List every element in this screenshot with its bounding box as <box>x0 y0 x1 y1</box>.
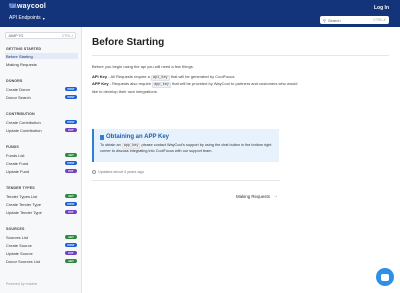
jump-to-shortcut: CTRL-/ <box>61 33 73 38</box>
method-badge: GET <box>65 194 77 198</box>
sidebar-item-label: Create Fund <box>6 160 29 166</box>
method-badge: PUT <box>65 169 77 173</box>
api-key-text-end: that will be generated by CoolFocus. <box>169 74 236 79</box>
api-key-text: - All Requests require a <box>107 74 151 79</box>
sidebar-item-label: Create Donor <box>6 86 31 92</box>
search-icon: ⚲ <box>323 17 326 23</box>
chat-bubble-icon <box>381 273 389 281</box>
callout-body: To obtain an app_key please contact WayC… <box>100 143 276 154</box>
sidebar-item-create-contribution[interactable]: Create Contribution POST <box>5 119 78 125</box>
section-label-donors: DONORS <box>6 79 23 83</box>
version-dropdown[interactable]: API Endpoints ▾ <box>9 15 45 21</box>
sidebar-item-label: Donor Search <box>6 94 31 100</box>
chevron-down-icon: ▾ <box>42 15 45 21</box>
jump-to-input[interactable]: JUMP TO CTRL-/ <box>5 32 76 39</box>
sidebar-item-label: Create Contribution <box>6 119 41 125</box>
sidebar-item-label: Update Fund <box>6 168 30 174</box>
sidebar-item-donor-search[interactable]: Donor Search POST <box>5 94 78 100</box>
powered-by-readme[interactable]: Powered by readme <box>6 282 37 286</box>
sidebar-item-create-source[interactable]: Create Source POST <box>5 242 78 248</box>
sidebar-item-label: Funds List <box>6 152 25 158</box>
sidebar-item-create-tender-type[interactable]: Create Tender Type POST <box>5 201 78 207</box>
method-badge: GET <box>65 259 77 263</box>
sidebar-item-before-starting[interactable]: Before Starting <box>5 53 78 59</box>
callout-title: Obtaining an APP Key <box>100 134 169 140</box>
updated-timestamp: Updated about 4 years ago <box>92 170 144 174</box>
method-badge: PUT <box>65 251 77 255</box>
sidebar-item-update-source[interactable]: Update Source PUT <box>5 250 78 256</box>
top-navbar: \\\\\\ waycool API Endpoints ▾ Log In ⚲ … <box>0 0 400 27</box>
method-badge: GET <box>65 235 77 239</box>
sidebar-item-label: Update Tender Type <box>6 209 42 215</box>
arrow-right-icon: → <box>272 193 278 199</box>
search-shortcut: CTRL-K <box>373 18 386 22</box>
api-key-code: api_key <box>150 75 170 81</box>
key-requirements: API Key - All Requests require a api_key… <box>92 74 300 94</box>
pager-divider <box>92 180 280 181</box>
updated-text: Updated about 4 years ago <box>98 170 144 174</box>
next-page-link[interactable]: Making Requests → <box>236 193 278 199</box>
sidebar: JUMP TO CTRL-/ GETTING STARTED Before St… <box>0 27 82 293</box>
page-title: Before Starting <box>92 37 165 48</box>
sidebar-item-donor-sources-list[interactable]: Donor Sources List GET <box>5 258 78 264</box>
sidebar-item-label: Update Source <box>6 250 33 256</box>
sidebar-item-create-fund[interactable]: Create Fund POST <box>5 160 78 166</box>
method-badge: POST <box>65 243 77 247</box>
chat-button[interactable] <box>376 268 394 286</box>
sidebar-item-tender-types-list[interactable]: Tender Types List GET <box>5 193 78 199</box>
info-callout: Obtaining an APP Key To obtain an app_ke… <box>92 129 279 162</box>
title-divider <box>92 55 389 56</box>
section-label-contribution: CONTRIBUTION <box>6 112 35 116</box>
sidebar-item-label: Sources List <box>6 234 29 240</box>
method-badge: POST <box>65 161 77 165</box>
method-badge: PUT <box>65 210 77 214</box>
sidebar-item-label: Donor Sources List <box>6 258 41 264</box>
method-badge: POST <box>65 202 77 206</box>
intro-paragraph: Before you begin using the api you will … <box>92 64 194 69</box>
app-key-code: app_key <box>152 82 171 89</box>
sidebar-item-label: Before Starting <box>6 53 33 59</box>
search-input[interactable]: ⚲ Search CTRL-K <box>320 16 389 24</box>
section-label-tender-types: TENDER TYPES <box>6 186 35 190</box>
section-label-sources: SOURCES <box>6 227 25 231</box>
clock-icon <box>92 170 96 174</box>
version-label: API Endpoints <box>9 15 41 21</box>
app-key-text: - Requests also require <box>108 81 153 87</box>
app-key-label: APP Key <box>92 81 109 87</box>
brand-logo[interactable]: \\\\\\ waycool <box>9 3 46 10</box>
sidebar-item-update-tender-type[interactable]: Update Tender Type PUT <box>5 209 78 215</box>
login-link[interactable]: Log In <box>374 5 389 11</box>
method-badge: PUT <box>65 128 77 132</box>
section-label-funds: FUNDS <box>6 145 19 149</box>
method-badge: POST <box>65 95 77 99</box>
sidebar-item-funds-list[interactable]: Funds List GET <box>5 152 78 158</box>
method-badge: POST <box>65 120 77 124</box>
sidebar-item-label: Create Source <box>6 242 32 248</box>
logo-text: waycool <box>17 3 47 10</box>
sidebar-item-label: Create Tender Type <box>6 201 41 207</box>
bookmark-icon <box>100 134 104 140</box>
next-page-label: Making Requests <box>236 193 270 199</box>
search-placeholder: Search <box>327 17 341 23</box>
sidebar-item-create-donor[interactable]: Create Donor POST <box>5 86 78 92</box>
callout-text: To obtain an <box>100 143 122 147</box>
sidebar-item-update-contribution[interactable]: Update Contribution PUT <box>5 127 78 133</box>
callout-title-text: Obtaining an APP Key <box>106 134 170 140</box>
api-key-label: API Key <box>92 74 108 79</box>
sidebar-item-making-requests[interactable]: Making Requests <box>5 61 78 67</box>
section-label-getting-started: GETTING STARTED <box>6 47 42 51</box>
sidebar-item-label: Making Requests <box>6 61 37 67</box>
sidebar-item-label: Tender Types List <box>6 193 38 199</box>
sidebar-item-label: Update Contribution <box>6 127 42 133</box>
logo-mark: \\\\\\ <box>9 3 17 10</box>
sidebar-item-update-fund[interactable]: Update Fund PUT <box>5 168 78 174</box>
method-badge: POST <box>65 87 77 91</box>
jump-to-label: JUMP TO <box>8 33 24 38</box>
sidebar-item-sources-list[interactable]: Sources List GET <box>5 234 78 240</box>
method-badge: GET <box>65 153 77 157</box>
